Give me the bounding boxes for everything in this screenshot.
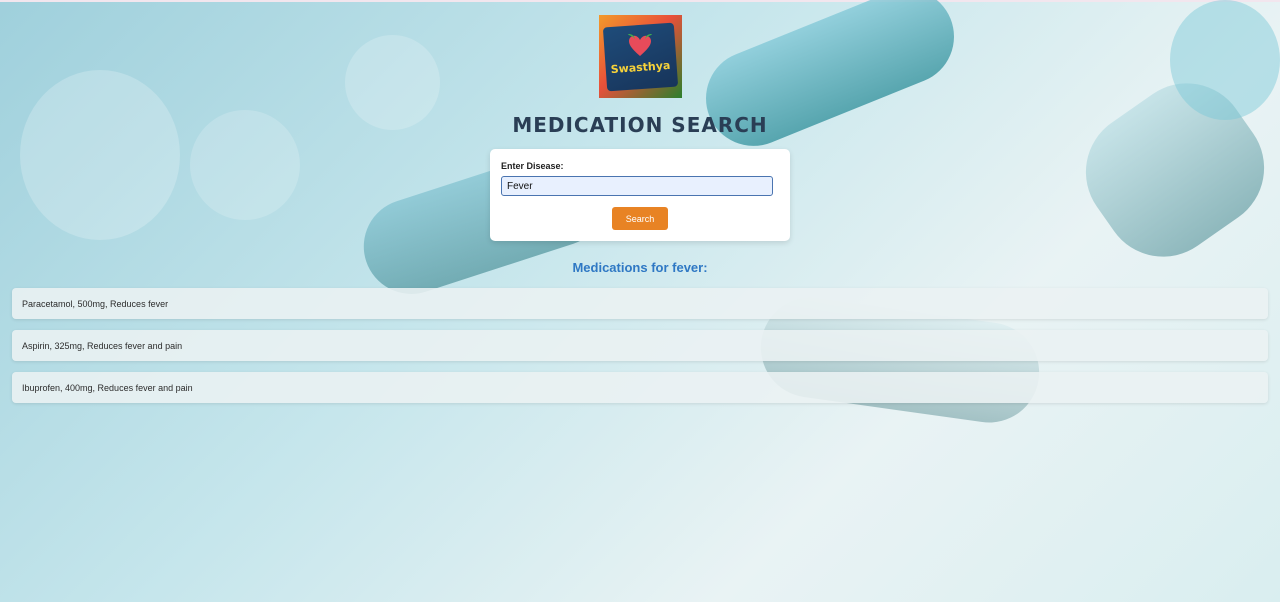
disease-input[interactable] [501,176,773,196]
top-border [0,0,1280,2]
medication-result-item: Paracetamol, 500mg, Reduces fever [12,288,1268,319]
medication-result-item: Ibuprofen, 400mg, Reduces fever and pain [12,372,1268,403]
medication-results-list: Paracetamol, 500mg, Reduces fever Aspiri… [12,288,1268,414]
medication-result-item: Aspirin, 325mg, Reduces fever and pain [12,330,1268,361]
app-logo: Swasthya [599,15,682,98]
search-button[interactable]: Search [612,207,668,230]
results-heading: Medications for fever: [572,260,708,275]
disease-field-label: Enter Disease: [501,161,564,171]
heart-leaf-icon [628,34,652,56]
search-form-card: Enter Disease: Search [490,149,790,241]
page-title: MEDICATION SEARCH [512,113,768,137]
